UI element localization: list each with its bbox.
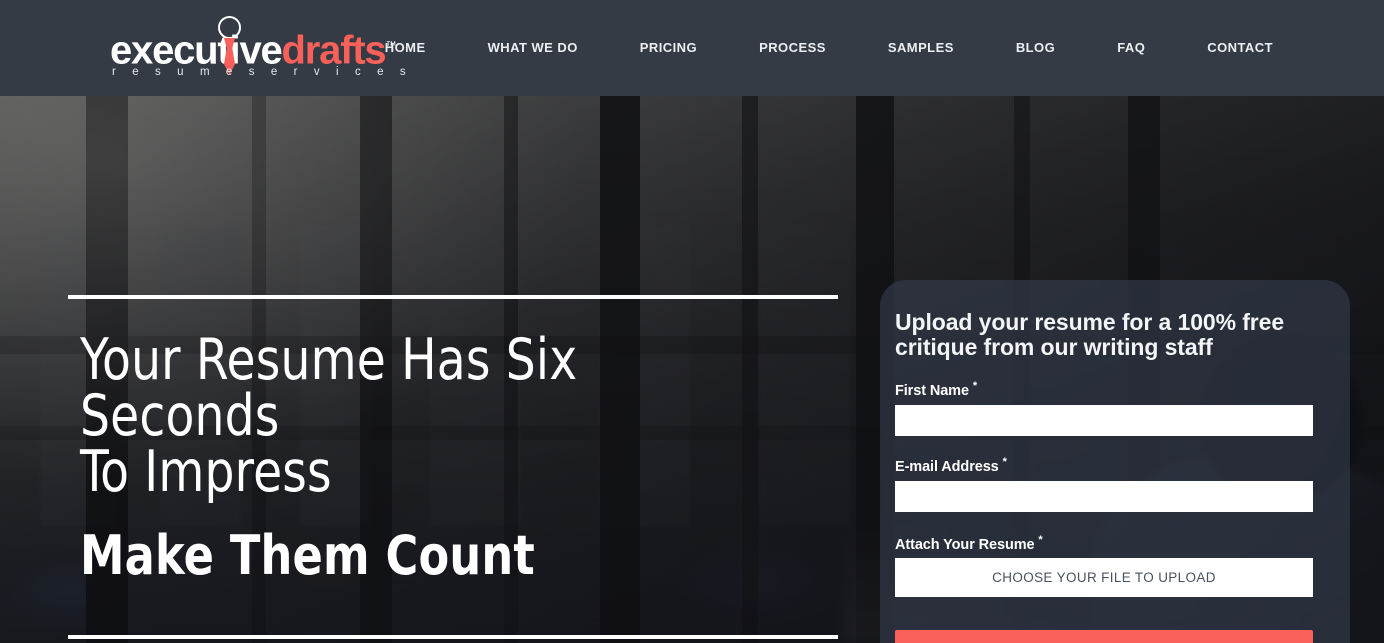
nav-item-home[interactable]: HOME	[354, 0, 457, 96]
logo-wordmark: executivedrafts™	[110, 28, 396, 70]
form-title: Upload your resume for a 100% free criti…	[895, 309, 1285, 360]
first-name-label: First Name *	[895, 380, 1335, 399]
nav-item-samples[interactable]: SAMPLES	[857, 0, 985, 96]
hero-rule-top	[68, 295, 838, 299]
critique-my-resume-button[interactable]: CRITIQUE MY RESUME	[895, 630, 1313, 643]
resume-critique-form: Upload your resume for a 100% free criti…	[880, 280, 1350, 643]
first-name-label-text: First Name	[895, 382, 969, 399]
necktie-collar-circle-icon	[218, 16, 241, 39]
hero-section: Your Resume Has Six Seconds To Impress M…	[0, 96, 1384, 643]
nav-item-faq[interactable]: FAQ	[1086, 0, 1176, 96]
required-asterisk-icon: *	[1002, 455, 1007, 468]
nav-item-process[interactable]: PROCESS	[728, 0, 857, 96]
hero-rule-bottom	[68, 635, 838, 639]
first-name-input[interactable]	[895, 404, 1313, 436]
site-logo[interactable]: executivedrafts™ r e s u m e s e r v i c…	[110, 14, 406, 82]
nav-item-what-we-do[interactable]: WHAT WE DO	[457, 0, 609, 96]
nav-item-contact[interactable]: CONTACT	[1176, 0, 1304, 96]
nav-item-pricing[interactable]: PRICING	[609, 0, 728, 96]
hero-headline: Your Resume Has Six Seconds To Impress	[80, 327, 578, 505]
email-field-group: E-mail Address *	[895, 456, 1335, 512]
hero-subheadline: Make Them Count	[80, 524, 535, 587]
attach-resume-field-group: Attach Your Resume * CHOOSE YOUR FILE TO…	[895, 534, 1335, 598]
attach-resume-label-text: Attach Your Resume	[895, 536, 1035, 553]
email-label-text: E-mail Address	[895, 458, 999, 475]
first-name-field-group: First Name *	[895, 380, 1335, 436]
required-asterisk-icon: *	[1038, 533, 1043, 546]
nav-item-blog[interactable]: BLOG	[985, 0, 1086, 96]
choose-file-button[interactable]: CHOOSE YOUR FILE TO UPLOAD	[895, 558, 1313, 598]
landing-page: executivedrafts™ r e s u m e s e r v i c…	[0, 0, 1384, 643]
main-navigation: HOME WHAT WE DO PRICING PROCESS SAMPLES …	[354, 0, 1304, 96]
email-input[interactable]	[895, 480, 1313, 512]
email-label: E-mail Address *	[895, 456, 1335, 475]
attach-resume-label: Attach Your Resume *	[895, 534, 1335, 553]
hero-copy: Your Resume Has Six Seconds To Impress M…	[68, 295, 840, 639]
required-asterisk-icon: *	[972, 380, 978, 392]
site-header: executivedrafts™ r e s u m e s e r v i c…	[0, 0, 1384, 96]
